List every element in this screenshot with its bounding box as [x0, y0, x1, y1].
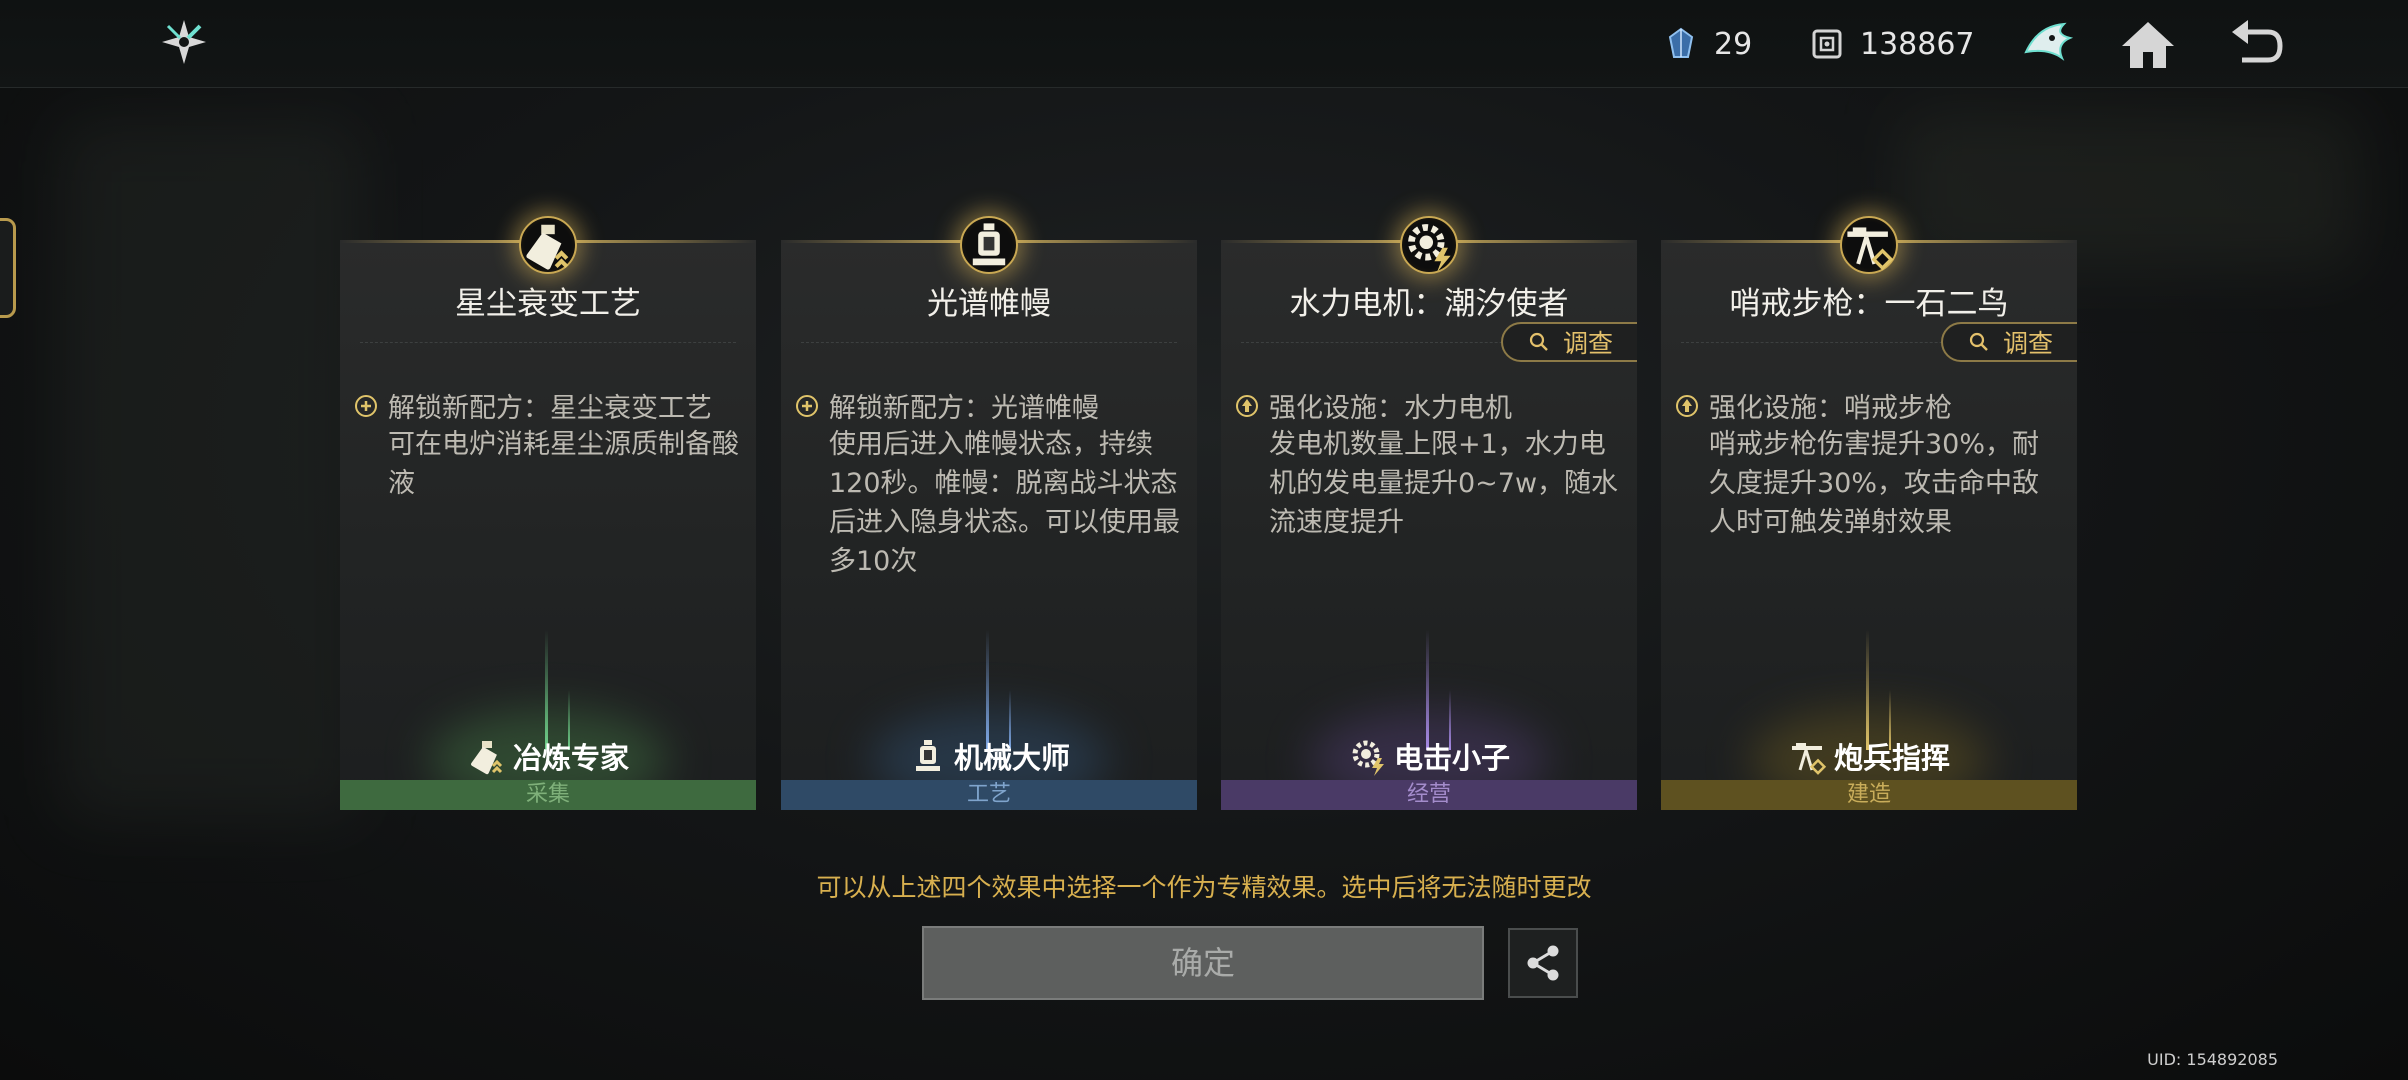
lantern-icon — [908, 736, 948, 776]
gear-bolt-icon — [1400, 216, 1458, 274]
hint-text: 可以从上述四个效果中选择一个作为专精效果。选中后将无法随时更改 — [816, 873, 1592, 902]
card-divider — [801, 342, 1177, 343]
card-body: 解锁新配方：光谱帷幔使用后进入帷幔状态，持续120秒。帷幔：脱离战斗状态后进入隐… — [795, 386, 1185, 581]
effect-line: 强化设施：哨戒步枪 — [1675, 386, 2065, 425]
category-label: 采集 — [525, 782, 570, 807]
bottle-icon — [467, 736, 507, 776]
investigate-label: 调查 — [1562, 329, 1613, 358]
confirm-button[interactable]: 确定 — [922, 926, 1484, 1000]
share-button[interactable] — [1508, 928, 1578, 998]
effect-description: 发电机数量上限+1，水力电机的发电量提升0~7w，随水流速度提升 — [1269, 429, 1619, 538]
effect-text: 强化设施：水力电机 — [1269, 393, 1512, 424]
class-badge: 炮兵指挥 — [1661, 735, 2077, 777]
class-badge: 电击小子 — [1221, 735, 1637, 777]
card-body: 强化设施：水力电机发电机数量上限+1，水力电机的发电量提升0~7w，随水流速度提… — [1235, 386, 1625, 542]
card-body: 强化设施：哨戒步枪哨戒步枪伤害提升30%，耐久度提升30%，攻击命中敌人时可触发… — [1675, 386, 2065, 542]
gear-bolt-icon — [1348, 736, 1388, 776]
back-arrow-icon[interactable] — [2226, 14, 2286, 74]
rifle-icon — [1788, 736, 1828, 776]
search-icon — [1969, 332, 1989, 352]
up-arrow-circle-icon — [1235, 394, 1259, 418]
effect-text: 解锁新配方：光谱帷幔 — [829, 393, 1099, 424]
home-icon[interactable] — [2118, 14, 2178, 74]
crystal-count: 29 — [1714, 26, 1753, 62]
card-title: 星尘衰变工艺 — [455, 286, 641, 322]
effect-description: 可在电炉消耗星尘源质制备酸液 — [388, 429, 739, 499]
bottle-icon — [519, 216, 577, 274]
card-3[interactable]: 哨戒步枪：一石二鸟调查强化设施：哨戒步枪哨戒步枪伤害提升30%，耐久度提升30%… — [1661, 240, 2077, 810]
dice-currency-icon — [1812, 29, 1842, 59]
card-title: 哨戒步枪：一石二鸟 — [1729, 286, 2009, 322]
category-label: 经营 — [1406, 782, 1451, 807]
light-beam — [545, 630, 548, 750]
uid-label: UID: 154892085 — [2147, 1050, 2278, 1069]
lantern-icon — [960, 216, 1018, 274]
card-title: 光谱帷幔 — [927, 286, 1051, 322]
effect-line: 解锁新配方：星尘衰变工艺 — [354, 386, 744, 425]
investigate-button[interactable]: 调查 — [1501, 322, 1637, 362]
card-1[interactable]: 光谱帷幔解锁新配方：光谱帷幔使用后进入帷幔状态，持续120秒。帷幔：脱离战斗状态… — [781, 240, 1197, 810]
effect-line: 强化设施：水力电机 — [1235, 386, 1625, 425]
effect-description: 哨戒步枪伤害提升30%，耐久度提升30%，攻击命中敌人时可触发弹射效果 — [1709, 429, 2040, 538]
effect-text: 解锁新配方：星尘衰变工艺 — [388, 393, 712, 424]
search-icon — [1529, 332, 1549, 352]
plus-circle-icon — [354, 394, 378, 418]
top-bar: 29 138867 — [0, 0, 2408, 88]
card-0[interactable]: 星尘衰变工艺解锁新配方：星尘衰变工艺可在电炉消耗星尘源质制备酸液冶炼专家采集 — [340, 240, 756, 810]
category-label: 工艺 — [966, 782, 1011, 807]
effect-description: 使用后进入帷幔状态，持续120秒。帷幔：脱离战斗状态后进入隐身状态。可以使用最多… — [829, 429, 1180, 577]
currency-count: 138867 — [1860, 26, 1975, 62]
category-bar: 经营 — [1221, 780, 1637, 810]
crystal-icon — [1668, 27, 1694, 58]
wolf-emblem-icon[interactable] — [2018, 14, 2078, 74]
side-tab[interactable] — [0, 218, 16, 318]
category-bar: 工艺 — [781, 780, 1197, 810]
badge-label: 炮兵指挥 — [1833, 741, 1950, 775]
category-label: 建造 — [1846, 782, 1891, 807]
light-beam — [986, 630, 989, 750]
class-badge: 机械大师 — [781, 735, 1197, 777]
effect-text: 强化设施：哨戒步枪 — [1709, 393, 1952, 424]
plus-circle-icon — [795, 394, 819, 418]
badge-label: 冶炼专家 — [512, 741, 629, 775]
shuriken-logo-icon[interactable] — [158, 16, 210, 68]
badge-label: 电击小子 — [1393, 741, 1510, 775]
crystal-resource: 29 — [1664, 22, 1752, 66]
up-arrow-circle-icon — [1675, 394, 1699, 418]
rifle-icon — [1840, 216, 1898, 274]
light-beam — [1426, 630, 1429, 750]
effect-line: 解锁新配方：光谱帷幔 — [795, 386, 1185, 425]
investigate-button[interactable]: 调查 — [1941, 322, 2077, 362]
investigate-label: 调查 — [2002, 329, 2053, 358]
light-beam — [1866, 630, 1869, 750]
currency-resource: 138867 — [1810, 22, 1975, 66]
card-body: 解锁新配方：星尘衰变工艺可在电炉消耗星尘源质制备酸液 — [354, 386, 744, 503]
share-icon — [1527, 945, 1559, 981]
class-badge: 冶炼专家 — [340, 735, 756, 777]
card-title: 水力电机：潮汐使者 — [1289, 286, 1569, 322]
category-bar: 采集 — [340, 780, 756, 810]
category-bar: 建造 — [1661, 780, 2077, 810]
card-2[interactable]: 水力电机：潮汐使者调查强化设施：水力电机发电机数量上限+1，水力电机的发电量提升… — [1221, 240, 1637, 810]
badge-label: 机械大师 — [953, 741, 1070, 775]
card-divider — [360, 342, 736, 343]
